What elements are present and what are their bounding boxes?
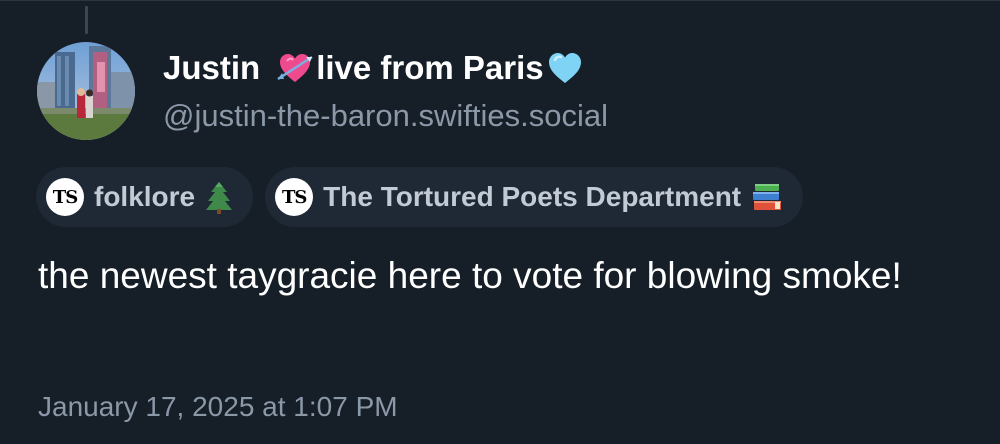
ts-logo-icon: TS xyxy=(275,178,314,216)
tag-label: The Tortured Poets Department xyxy=(323,181,742,212)
display-name-suffix: live from Paris xyxy=(316,49,544,86)
tag-folklore[interactable]: TS folklore xyxy=(36,167,254,227)
divider xyxy=(0,0,1000,1)
author-handle[interactable]: @justin-the-baron.swifties.social xyxy=(163,94,608,138)
post-body-text: the newest taygracie here to vote for bl… xyxy=(38,255,902,296)
ts-logo-text: TS xyxy=(52,186,78,208)
thread-line xyxy=(85,6,88,34)
post-card: Justin live from Paris @justin-the-baron… xyxy=(0,0,1000,444)
post-timestamp[interactable]: January 17, 2025 at 1:07 PM xyxy=(38,387,398,427)
light-blue-heart-icon xyxy=(546,49,584,87)
display-name[interactable]: Justin live from Paris xyxy=(163,44,608,92)
avatar[interactable] xyxy=(37,42,135,140)
ts-logo-text: TS xyxy=(281,186,307,208)
author-block: Justin live from Paris @justin-the-baron… xyxy=(163,44,608,138)
tag-list: TS folklore TS The Tortured Poets Depart… xyxy=(36,167,804,227)
ts-logo-icon: TS xyxy=(46,178,84,216)
cupid-heart-icon xyxy=(276,49,314,87)
tag-label: folklore xyxy=(94,181,196,212)
evergreen-tree-icon xyxy=(205,180,233,214)
display-name-first: Justin xyxy=(163,49,261,86)
avatar-photo xyxy=(37,42,135,140)
books-icon xyxy=(751,182,783,212)
tag-tortured-poets-department[interactable]: TS The Tortured Poets Department xyxy=(265,167,804,227)
